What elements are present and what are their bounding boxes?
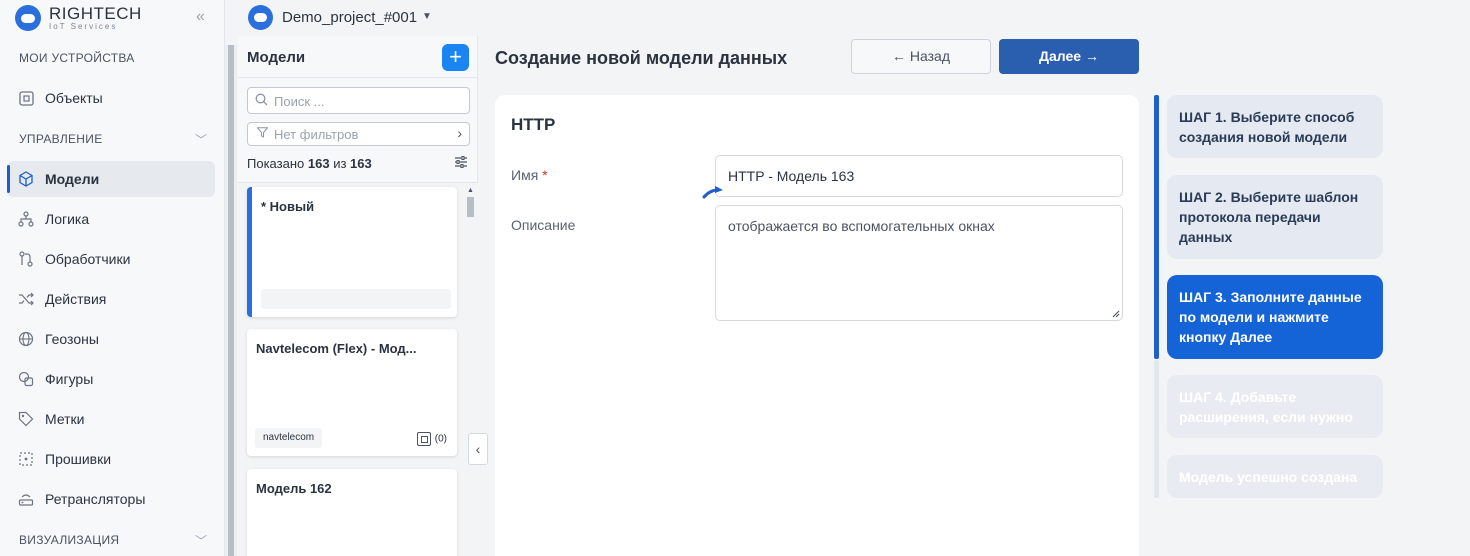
model-card-title: Модель 162 (256, 481, 332, 496)
model-card-tag (261, 289, 451, 309)
sidebar-item-label: Фигуры (45, 371, 94, 387)
sidebar-item-relays[interactable]: Ретрансляторы (7, 481, 215, 517)
brand-name: RIGHTECH (49, 4, 142, 23)
sidebar-item-actions[interactable]: Действия (7, 281, 215, 317)
model-card-title: * Новый (261, 199, 315, 214)
sidebar-item-label: Метки (45, 411, 85, 427)
filter-placeholder: Нет фильтров (274, 127, 359, 142)
object-icon (17, 89, 35, 107)
shown-count: Показано 163 из 163 (247, 156, 372, 171)
model-form: HTTP Имя * HTTP - Модель 163 Описание от… (495, 95, 1139, 556)
sidebar-item-logic[interactable]: Логика (7, 201, 215, 237)
sidebar-item-label: Действия (45, 291, 107, 307)
sidebar-scrollbar[interactable] (225, 45, 237, 556)
step-4: ШАГ 4. Добавьте расширения, если нужно (1167, 375, 1383, 438)
sidebar: RIGHTECH IoT Services « МОИ УСТРОЙСТВА О… (0, 0, 225, 556)
description-label: Описание (511, 217, 576, 233)
collapse-panel-button[interactable]: ‹ (468, 433, 488, 465)
model-card[interactable]: Модель 162 (247, 469, 457, 556)
shuffle-icon (17, 290, 35, 308)
search-placeholder: Поиск ... (274, 94, 325, 109)
model-card-tag: navtelecom (255, 428, 323, 448)
logic-icon (17, 210, 35, 228)
sidebar-item-label: Обработчики (45, 251, 131, 267)
sidebar-item-label: Объекты (45, 90, 103, 106)
add-model-button[interactable]: + (442, 44, 469, 71)
sidebar-item-handlers[interactable]: Обработчики (7, 241, 215, 277)
scrollbar-thumb[interactable] (467, 197, 474, 217)
chevron-down-icon[interactable]: ﹀ (195, 131, 207, 148)
handler-icon (17, 250, 35, 268)
sidebar-item-geozones[interactable]: Геозоны (7, 321, 215, 357)
sidebar-item-firmware[interactable]: Прошивки (7, 441, 215, 477)
back-button[interactable]: ← Назад (851, 39, 991, 74)
sidebar-item-label: Логика (45, 211, 90, 227)
cloud-logo-icon (15, 5, 41, 31)
sidebar-item-label: Ретрансляторы (45, 491, 146, 507)
firmware-icon (17, 450, 35, 468)
project-bar: Demo_project_#001 ▼ (238, 0, 1470, 36)
sidebar-item-label: Прошивки (45, 451, 112, 467)
brand-tagline: IoT Services (49, 22, 118, 31)
globe-icon (17, 330, 35, 348)
step-2[interactable]: ШАГ 2. Выберите шаблон протокола передач… (1167, 175, 1383, 259)
shapes-icon (17, 370, 35, 388)
collapse-sidebar-icon[interactable]: « (196, 8, 205, 26)
list-scrollbar[interactable]: ▲ (464, 183, 476, 556)
models-header: Модели + (238, 36, 478, 78)
description-field[interactable]: отображается во вспомогательных окнах (715, 205, 1123, 321)
model-card[interactable]: Navtelecom (Flex) - Мод... navtelecom (0… (247, 329, 457, 456)
sidebar-item-shapes[interactable]: Фигуры (7, 361, 215, 397)
steps-remaining-line (1154, 360, 1159, 498)
arrow-hint-icon (702, 186, 723, 199)
name-label: Имя * (511, 167, 548, 183)
model-card-devices: (0) (416, 432, 447, 446)
step-1[interactable]: ШАГ 1. Выберите способ создания новой мо… (1167, 95, 1383, 158)
brand-logo[interactable]: RIGHTECH IoT Services (15, 4, 142, 32)
models-title: Модели (247, 49, 306, 66)
filter-field[interactable]: Нет фильтров › (247, 122, 470, 146)
next-button[interactable]: Далее → (999, 39, 1139, 74)
step-5: Модель успешно создана (1167, 455, 1383, 498)
section-management[interactable]: УПРАВЛЕНИЕ (19, 132, 103, 146)
search-input[interactable]: Поиск ... (247, 87, 470, 114)
name-field[interactable]: HTTP - Модель 163 (715, 155, 1123, 197)
models-list: * Новый Navtelecom (Flex) - Мод... navte… (238, 182, 478, 556)
steps-progress-line (1154, 95, 1159, 359)
project-name[interactable]: Demo_project_#001 (282, 9, 417, 26)
chevron-right-icon: › (457, 125, 462, 141)
model-card-title: Navtelecom (Flex) - Мод... (256, 341, 417, 356)
resize-handle-icon[interactable] (1111, 309, 1120, 318)
sidebar-item-label: Модели (45, 171, 100, 187)
caret-down-icon[interactable]: ▼ (422, 11, 432, 22)
tag-icon (17, 410, 35, 428)
chevron-down-icon[interactable]: ﹀ (195, 532, 207, 549)
filter-icon (256, 127, 269, 141)
scroll-up-icon[interactable]: ▲ (467, 187, 474, 194)
cube-icon (17, 170, 35, 188)
models-panel: Модели + Поиск ... Нет фильтров › Показа… (238, 36, 478, 556)
search-icon (255, 93, 268, 109)
description-value: отображается во вспомогательных окнах (728, 218, 995, 234)
scrollbar-thumb[interactable] (228, 45, 234, 556)
protocol-title: HTTP (511, 115, 556, 134)
sidebar-item-objects[interactable]: Объекты (7, 80, 215, 116)
sidebar-item-label: Геозоны (45, 331, 99, 347)
project-cloud-icon (248, 5, 273, 30)
device-icon (416, 432, 431, 446)
sidebar-item-models[interactable]: Модели (7, 161, 215, 197)
page-title: Создание новой модели данных (495, 48, 788, 68)
sidebar-item-tags[interactable]: Метки (7, 401, 215, 437)
relay-icon (17, 490, 35, 508)
name-value: HTTP - Модель 163 (728, 168, 855, 184)
section-my-devices[interactable]: МОИ УСТРОЙСТВА (19, 51, 135, 65)
section-visualization[interactable]: ВИЗУАЛИЗАЦИЯ (19, 533, 119, 547)
model-card[interactable]: * Новый (247, 187, 457, 317)
sort-settings-icon[interactable] (455, 156, 467, 171)
step-3[interactable]: ШАГ 3. Заполните данные по модели и нажм… (1167, 275, 1383, 359)
